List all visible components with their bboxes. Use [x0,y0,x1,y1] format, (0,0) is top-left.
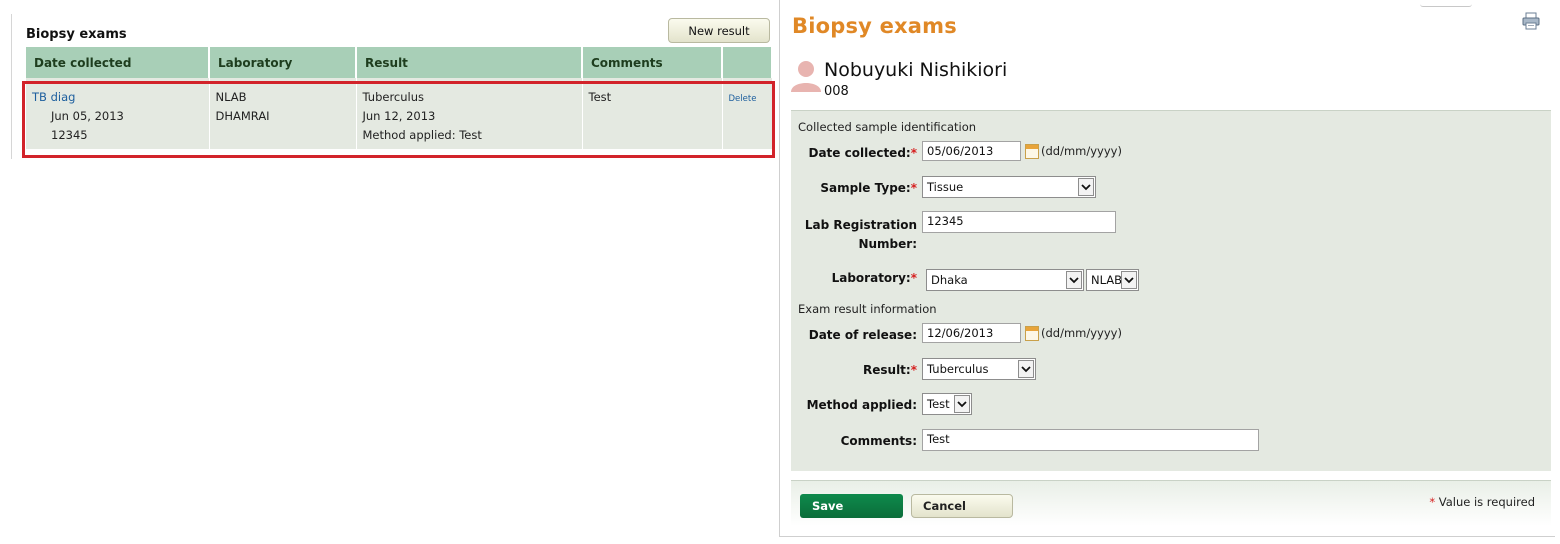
method-applied-value: Test [927,397,950,411]
date-collected-value: Jun 05, 2013 [51,109,124,123]
comments-label: Comments: [840,434,917,448]
column-header-actions [722,47,773,78]
date-format-hint: (dd/mm/yyyy) [1041,326,1122,340]
chevron-down-icon[interactable] [1066,271,1082,289]
result-value: Tuberculus [362,90,425,104]
delete-link[interactable]: Delete [729,94,757,104]
chevron-down-icon[interactable] [1078,178,1094,196]
cell-laboratory: NLAB DHAMRAI [209,78,357,149]
section-collected-sample: Collected sample identification [798,120,977,134]
exam-edit-panel: Biopsy exams Nobuyuki Nishikiori 008 Col… [779,0,1555,537]
lab-number-value: 12345 [51,128,88,142]
date-release-label: Date of release: [808,328,917,342]
cell-actions: Delete [722,78,773,149]
laboratory-label: Laboratory:* [831,271,917,285]
new-result-button[interactable]: New result [668,18,770,43]
cell-result: Tuberculus Jun 12, 2013 Method applied: … [356,78,583,149]
result-select[interactable]: Tuberculus [922,358,1036,380]
sample-type-select[interactable]: Tissue [922,176,1096,198]
release-date-value: Jun 12, 2013 [362,109,436,123]
comments-value: Test [588,90,612,104]
laboratory-region-value: Dhaka [931,273,968,287]
person-icon [791,61,821,92]
printer-icon[interactable] [1522,12,1540,30]
chevron-down-icon[interactable] [1018,360,1034,378]
column-header-date-collected[interactable]: Date collected [26,47,210,78]
sample-type-label: Sample Type:* [820,181,917,195]
laboratory-code: NLAB [215,90,247,104]
cancel-button[interactable]: Cancel [911,494,1013,518]
form-button-bar: Save Cancel * Value is required [791,480,1551,526]
laboratory-name: DHAMRAI [215,109,270,123]
calendar-icon[interactable] [1025,326,1039,341]
date-format-hint: (dd/mm/yyyy) [1041,144,1122,158]
panel-tab [1420,0,1472,7]
chevron-down-icon[interactable] [954,395,970,413]
date-collected-label: Date collected:* [808,146,918,160]
table-row: TB diag Jun 05, 2013 12345 NLAB DHAMRAI … [26,78,773,149]
date-collected-input[interactable]: 05/06/2013 [922,141,1021,161]
method-applied-label: Method applied: [806,398,917,412]
page-title: Biopsy exams [792,14,957,38]
chevron-down-icon[interactable] [1121,271,1137,289]
method-value: Method applied: Test [362,128,482,142]
patient-id: 008 [824,84,849,99]
section-exam-result: Exam result information [798,302,937,316]
lab-registration-label: Lab Registration Number: [804,218,917,251]
date-release-input[interactable]: 12/06/2013 [922,323,1021,343]
lab-registration-input[interactable]: 12345 [922,211,1116,233]
result-select-value: Tuberculus [927,362,989,376]
comments-input[interactable]: Test [922,429,1259,451]
exam-link[interactable]: TB diag [32,88,209,107]
column-header-laboratory[interactable]: Laboratory [209,47,357,78]
save-button[interactable]: Save [800,494,903,518]
panel-title: Biopsy exams [26,27,127,42]
method-applied-select[interactable]: Test [922,393,972,415]
exam-table: Date collected Laboratory Result Comment… [26,47,773,149]
laboratory-value: NLAB [1091,273,1123,287]
exam-list-panel: Biopsy exams New result Date collected L… [11,14,775,159]
laboratory-region-select[interactable]: Dhaka [926,269,1084,291]
cell-comments: Test [582,78,723,149]
biopsy-form: Collected sample identification Date col… [791,110,1551,471]
laboratory-select[interactable]: NLAB [1086,269,1139,291]
result-label: Result:* [863,363,917,377]
cell-date-collected: TB diag Jun 05, 2013 12345 [26,78,210,149]
calendar-icon[interactable] [1025,144,1039,159]
sample-type-value: Tissue [927,180,964,194]
table-header-row: Date collected Laboratory Result Comment… [26,47,773,78]
patient-name: Nobuyuki Nishikiori [824,59,1008,81]
required-note: * Value is required [1429,495,1535,509]
column-header-result[interactable]: Result [356,47,583,78]
column-header-comments[interactable]: Comments [582,47,723,78]
